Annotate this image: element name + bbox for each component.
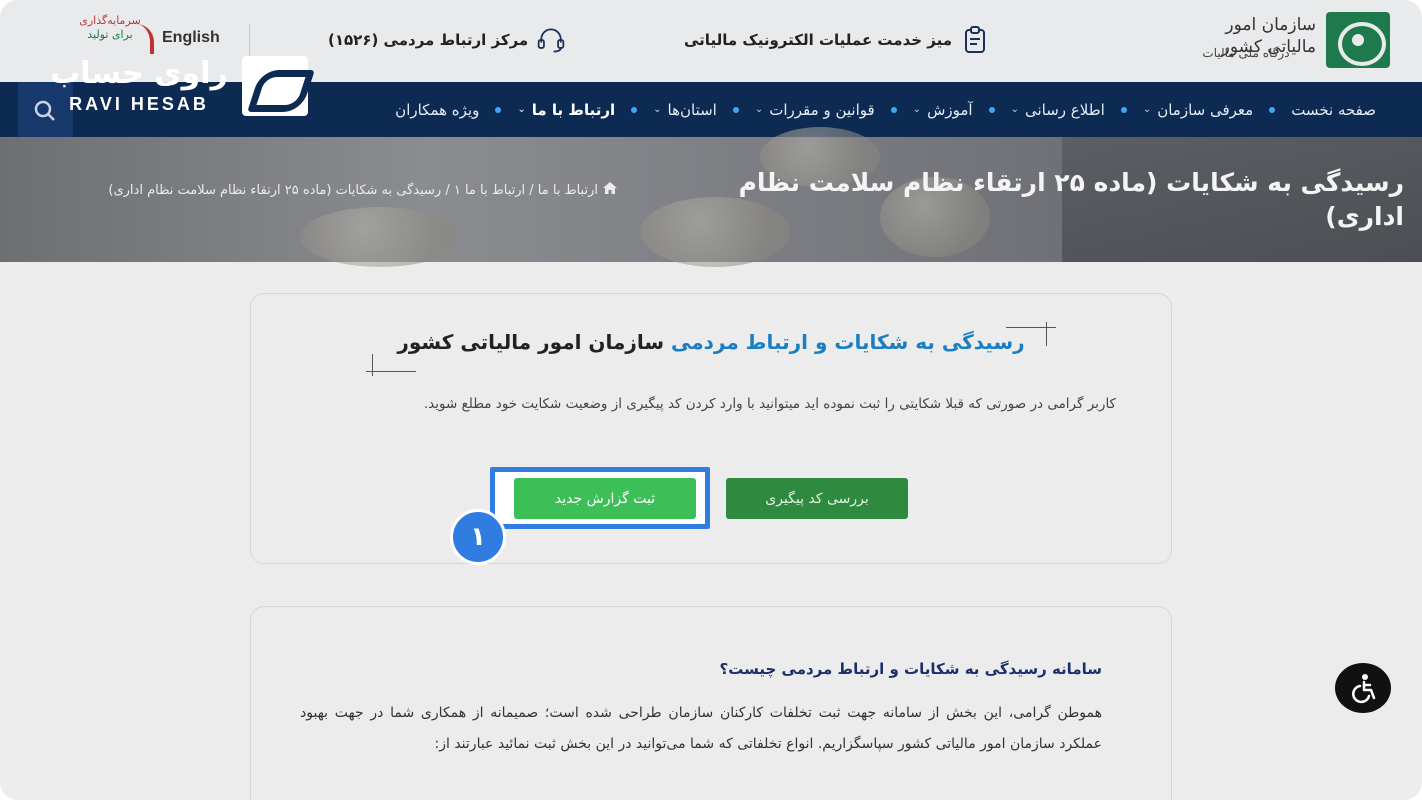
nav-item-label: معرفی سازمان [1157, 100, 1254, 119]
home-icon[interactable] [602, 181, 618, 200]
nav-separator-dot [890, 106, 897, 113]
nav-item-label: صفحه نخست [1291, 100, 1376, 119]
campaign-logo: سرمایه‌گذاری برای تولید [62, 14, 158, 58]
watermark-fa: راوی حساب [50, 56, 228, 91]
chevron-down-icon: ⌄ [517, 104, 526, 115]
headset-icon [536, 25, 566, 55]
nav-item[interactable]: ارتباط با ما ⌄ [505, 82, 627, 137]
info-body: هموطن گرامی، این بخش از سامانه جهت ثبت ت… [300, 705, 1102, 752]
chevron-down-icon: ⌄ [1142, 104, 1152, 115]
new-report-button[interactable]: ثبت گزارش جدید [514, 478, 696, 519]
watermark-en: RAVI HESAB [69, 94, 209, 114]
nav-item[interactable]: استان‌ها ⌄ [641, 82, 729, 137]
nav-separator-dot [988, 106, 995, 113]
nav-separator-dot [495, 106, 502, 113]
nav-item-label: ویژه همکاران [395, 100, 480, 119]
nav-item[interactable]: آموزش ⌄ [901, 82, 985, 137]
service-desk-label: میز خدمت عملیات الکترونیک مالیاتی [684, 31, 953, 49]
watermark-logo: راوی حساب RAVI HESAB [36, 56, 308, 118]
org-logo[interactable]: سازمان امور مالیاتی کشور درگاه ملی مالیا… [1180, 10, 1390, 70]
breadcrumb: ارتباط با ما / ارتباط با ما ۱ / رسیدگی ب… [18, 181, 618, 200]
breadcrumb-text[interactable]: ارتباط با ما / ارتباط با ما ۱ / رسیدگی ب… [108, 183, 598, 198]
chevron-down-icon: ⌄ [754, 104, 764, 115]
nav-separator-dot [1120, 106, 1127, 113]
nav-item[interactable]: صفحه نخست [1279, 82, 1388, 137]
nav-separator-dot [732, 106, 739, 113]
chevron-down-icon: ⌄ [912, 104, 922, 115]
chevron-down-icon: ⌄ [653, 104, 662, 115]
language-switch[interactable]: English [162, 29, 220, 47]
track-code-button[interactable]: بررسی کد پیگیری [726, 478, 908, 519]
wheelchair-icon [1352, 674, 1376, 704]
title-decoration [366, 371, 416, 372]
complaint-card-title-highlight: رسیدگی به شکایات و ارتباط مردمی [671, 330, 1025, 354]
nav-item-label: آموزش [927, 100, 973, 119]
complaint-card-description: کاربر گرامی در صورتی که قبلا شکایتی را ث… [423, 396, 1116, 412]
nav-menu: صفحه نخست معرفی سازمان ⌄ اطلاع رسانی ⌄ آموزش ⌄… [383, 82, 1388, 137]
nav-item[interactable]: اطلاع رسانی ⌄ [999, 82, 1117, 137]
nav-item-label: قوانین و مقررات [769, 100, 875, 119]
call-center-label: مرکز ارتباط مردمی (۱۵۲۶) [328, 31, 529, 49]
page-title: رسیدگی به شکایات (ماده ۲۵ ارتقاء نظام سل… [738, 168, 1404, 231]
nav-separator-dot [1269, 106, 1276, 113]
complaint-card-title-rest: سازمان امور مالیاتی کشور [397, 330, 672, 354]
accessibility-button[interactable] [1335, 663, 1391, 713]
page-frame: سازمان امور مالیاتی کشور درگاه ملی مالیا… [0, 0, 1422, 800]
clipboard-icon [960, 25, 990, 55]
complaint-card-title: رسیدگی به شکایات و ارتباط مردمی سازمان ا… [0, 330, 1422, 354]
step-badge: ۱ [450, 509, 506, 565]
nav-item-label: ارتباط با ما [531, 100, 616, 119]
nav-item[interactable]: معرفی سازمان ⌄ [1131, 82, 1265, 137]
header-divider [249, 24, 250, 60]
nav-item[interactable]: ویژه همکاران [383, 82, 491, 137]
info-heading: سامانه رسیدگی به شکایات و ارتباط مردمی چ… [719, 660, 1102, 678]
watermark-mark-icon [242, 56, 308, 116]
org-subtitle: درگاه ملی مالیات [1202, 46, 1290, 60]
chevron-down-icon: ⌄ [1010, 104, 1019, 115]
title-decoration [1006, 327, 1056, 328]
title-decoration [372, 354, 373, 376]
nav-item-label: استان‌ها [667, 100, 717, 119]
service-desk-link[interactable]: میز خدمت عملیات الکترونیک مالیاتی [684, 22, 990, 58]
call-center-link[interactable]: مرکز ارتباط مردمی (۱۵۲۶) [328, 22, 566, 58]
nav-item-label: اطلاع رسانی [1024, 100, 1105, 119]
nav-separator-dot [631, 106, 638, 113]
org-emblem-icon [1326, 12, 1390, 68]
